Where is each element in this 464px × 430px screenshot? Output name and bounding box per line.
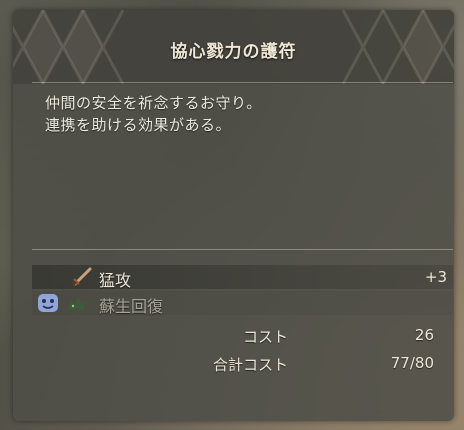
description-line: 連携を助ける効果がある。	[45, 116, 232, 134]
cost-label: コスト	[242, 328, 288, 346]
item-tooltip-panel: 協心戮力の護符 仲間の安全を祈念するお守り。 連携を助ける効果がある。 猛攻 +…	[13, 10, 454, 421]
cost-value: 26	[414, 326, 434, 344]
skill-row: 蘇生回復	[32, 291, 453, 316]
skills-divider	[32, 249, 453, 250]
total-cost-value: 77/80	[390, 354, 434, 372]
sword-icon	[71, 267, 92, 287]
total-cost-label: 合計コスト	[212, 356, 288, 374]
skill-level: +3	[424, 268, 447, 286]
item-title: 協心戮力の護符	[170, 42, 297, 62]
header-divider	[32, 82, 453, 83]
beast-icon	[67, 297, 85, 310]
tooltip-header: 協心戮力の護符	[13, 10, 454, 84]
description-line: 仲間の安全を祈念するお守り。	[45, 94, 262, 112]
skill-name: 蘇生回復	[99, 297, 164, 316]
skill-row: 猛攻 +3	[32, 265, 453, 290]
skill-name: 猛攻	[99, 271, 132, 290]
item-description: 仲間の安全を祈念するお守り。 連携を助ける効果がある。	[45, 92, 262, 136]
companion-face-icon	[38, 294, 58, 312]
